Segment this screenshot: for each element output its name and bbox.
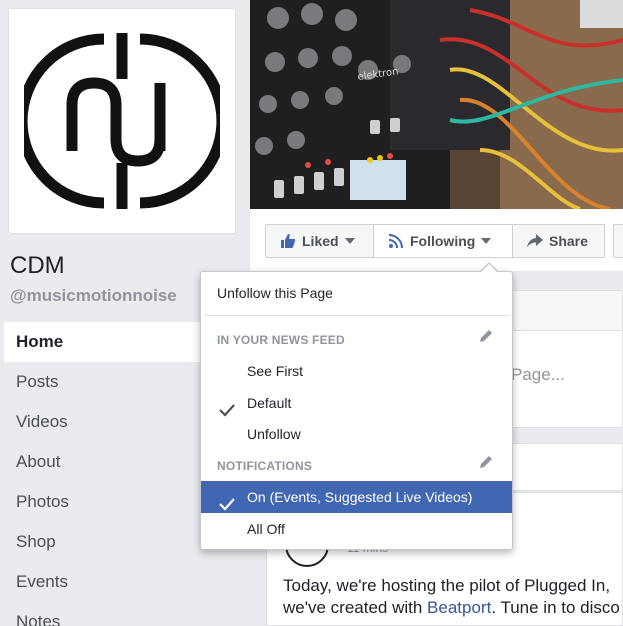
liked-label: Liked — [302, 233, 339, 249]
chevron-down-icon — [344, 238, 355, 244]
nav-item-events[interactable]: Events — [4, 562, 244, 602]
liked-button[interactable]: Liked — [265, 224, 373, 258]
pencil-icon[interactable] — [478, 328, 494, 344]
post-text-fragment: . Tune in to disco — [491, 598, 620, 617]
profile-picture-logo — [11, 11, 233, 231]
thumbs-up-icon — [280, 233, 296, 249]
rss-feed-icon — [388, 233, 404, 249]
option-label: Unfollow — [247, 426, 301, 442]
cdm-logo-icon — [24, 33, 220, 209]
option-label: All Off — [247, 521, 285, 537]
following-button[interactable]: Following — [373, 224, 512, 258]
option-label: See First — [247, 363, 304, 379]
checkmark-icon — [219, 490, 235, 511]
cover-photo[interactable]: elektron — [250, 0, 623, 209]
news-feed-header: IN YOUR NEWS FEED — [217, 333, 345, 347]
menu-divider — [205, 315, 508, 316]
profile-picture-frame[interactable] — [8, 8, 236, 234]
notifications-on[interactable]: On (Events, Suggested Live Videos) — [201, 481, 512, 513]
news-feed-unfollow[interactable]: Unfollow — [201, 418, 512, 450]
following-label: Following — [410, 233, 476, 249]
post-text-fragment: we've created with — [283, 598, 428, 617]
checkmark-icon — [219, 396, 235, 417]
news-feed-default[interactable]: Default — [201, 387, 512, 419]
share-button[interactable]: Share — [512, 224, 605, 258]
chevron-down-icon — [481, 238, 492, 244]
share-arrow-icon — [527, 234, 543, 248]
following-dropdown-menu: Unfollow this Page IN YOUR NEWS FEED See… — [200, 271, 513, 550]
page-title[interactable]: CDM — [10, 252, 65, 280]
unfollow-page-item[interactable]: Unfollow this Page — [201, 277, 512, 309]
unfollow-page-label: Unfollow this Page — [217, 285, 333, 301]
post-body: Today, we're hosting the pilot of Plugge… — [283, 575, 623, 619]
notifications-all-off[interactable]: All Off — [201, 513, 512, 545]
page-handle[interactable]: @musicmotionnoise — [10, 286, 177, 306]
option-label: On (Events, Suggested Live Videos) — [247, 489, 473, 505]
share-label: Share — [549, 233, 588, 249]
page-action-bar: Liked Following Share — [250, 209, 623, 271]
post-text-line: we've created with Beatport. Tune in to … — [283, 597, 623, 619]
dropdown-pointer-fill — [481, 264, 497, 272]
more-options-button[interactable] — [613, 224, 623, 258]
notifications-header: NOTIFICATIONS — [217, 459, 313, 473]
beatport-link[interactable]: Beatport — [427, 598, 491, 617]
post-text-line: Today, we're hosting the pilot of Plugge… — [283, 576, 611, 595]
pencil-icon[interactable] — [478, 454, 494, 470]
news-feed-see-first[interactable]: See First — [201, 355, 512, 387]
option-label: Default — [247, 395, 292, 411]
composer-placeholder[interactable]: Page... — [511, 365, 565, 385]
cover-synth-image: elektron — [250, 0, 623, 209]
nav-item-notes[interactable]: Notes — [4, 602, 244, 626]
